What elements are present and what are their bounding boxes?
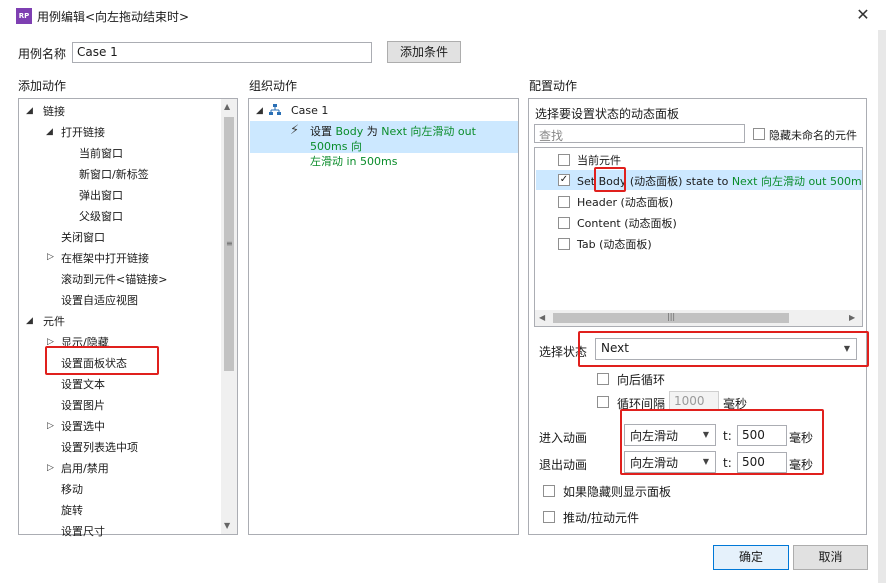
case-icon (269, 104, 281, 116)
push-pull-checkbox[interactable] (543, 511, 555, 523)
add-action-header: 添加动作 (18, 79, 67, 93)
highlight-box (45, 346, 159, 375)
tree-item-current-window[interactable]: 当前窗口 (79, 145, 123, 161)
push-pull-label: 推动/拉动元件 (563, 511, 640, 525)
expand-down-icon[interactable]: ◢ (26, 316, 33, 326)
add-action-tree[interactable]: ▲ ≡ ▼ ◢ 链接 ◢ 打开链接 当前窗口 新窗口/新标签 弹出窗口 父级窗口… (18, 98, 238, 538)
tree-item-scroll-to[interactable]: 滚动到元件<锚链接> (61, 271, 167, 287)
window-title: 用例编辑<向左拖动结束时> (37, 10, 190, 24)
background-window-edge (878, 30, 886, 583)
state-detail: Next 向左滑动 out 500ms 向左 (731, 175, 862, 188)
panel-item-content[interactable]: Content (动态面板) (577, 215, 677, 231)
panel-checkbox[interactable] (558, 154, 570, 166)
case-name-label: 用例名称 (18, 47, 67, 61)
expand-right-icon[interactable]: ▷ (47, 421, 54, 431)
tree-item-widget[interactable]: 元件 (43, 313, 65, 329)
show-if-hidden-label: 如果隐藏则显示面板 (563, 485, 672, 499)
action-item[interactable]: ⚡ 设置 Body 为 Next 向左滑动 out 500ms 向 左滑动 in… (250, 121, 518, 168)
tree-item-close-window[interactable]: 关闭窗口 (61, 229, 105, 245)
search-input[interactable]: 查找 (534, 124, 745, 143)
interval-checkbox[interactable] (597, 396, 609, 408)
action-body: Body (335, 125, 364, 138)
tree-item-enable-disable[interactable]: 启用/禁用 (61, 460, 109, 476)
expand-right-icon[interactable]: ▷ (47, 252, 54, 262)
expand-down-icon[interactable]: ◢ (26, 106, 33, 116)
action-detail-2: 左滑动 in 500ms (310, 155, 398, 168)
expand-down-icon[interactable]: ◢ (256, 106, 263, 116)
panel-item-body[interactable]: ✓ Set Body (动态面板) state to Next 向左滑动 out… (536, 170, 862, 190)
action-prefix: 设置 (310, 125, 332, 138)
action-mid: 为 (366, 125, 378, 138)
horizontal-scrollbar[interactable]: ◀ ||| ▶ (535, 310, 862, 326)
loop-label: 向后循环 (617, 373, 666, 387)
axure-app-icon: RP (16, 8, 32, 24)
panel-list[interactable]: 当前元件 ✓ Set Body (动态面板) state to Next 向左滑… (534, 147, 863, 327)
organize-action-panel[interactable]: ◢ Case 1 ⚡ 设置 Body 为 Next 向左滑动 out 500ms… (248, 98, 519, 535)
show-if-hidden-checkbox[interactable] (543, 485, 555, 497)
panel-checkbox[interactable] (558, 238, 570, 250)
expand-right-icon[interactable]: ▷ (47, 463, 54, 473)
hide-unnamed-checkbox[interactable] (753, 128, 765, 140)
case-name-input[interactable]: Case 1 (72, 42, 372, 63)
hide-unnamed-label: 隐藏未命名的元件 (769, 129, 857, 142)
cancel-button[interactable]: 取消 (793, 545, 868, 570)
panel-item-current[interactable]: 当前元件 (577, 152, 621, 168)
scroll-grip-icon: ||| (667, 312, 676, 321)
tree-item-open-link[interactable]: 打开链接 (61, 124, 105, 140)
panel-checkbox[interactable] (558, 196, 570, 208)
close-icon[interactable]: ✕ (852, 4, 874, 26)
tree-item-set-image[interactable]: 设置图片 (61, 397, 105, 413)
enter-animation-label: 进入动画 (539, 431, 588, 445)
loop-checkbox[interactable] (597, 373, 609, 385)
tree-item-set-list-selected[interactable]: 设置列表选中项 (61, 439, 138, 455)
expand-down-icon[interactable]: ◢ (46, 127, 53, 137)
state-text: (动态面板) state to (626, 175, 732, 188)
tree-item-adaptive-view[interactable]: 设置自适应视图 (61, 292, 138, 308)
scroll-down-icon[interactable]: ▼ (224, 521, 230, 530)
panel-item-tab[interactable]: Tab (动态面板) (577, 236, 652, 252)
lightning-icon: ⚡ (290, 123, 300, 138)
tree-item-set-size[interactable]: 设置尺寸 (61, 523, 105, 539)
tree-item-popup[interactable]: 弹出窗口 (79, 187, 123, 203)
tree-item-link[interactable]: 链接 (43, 103, 65, 119)
select-panel-label: 选择要设置状态的动态面板 (535, 107, 680, 121)
add-condition-button[interactable]: 添加条件 (387, 41, 461, 63)
organize-action-header: 组织动作 (249, 79, 298, 93)
ok-button[interactable]: 确定 (713, 545, 789, 570)
highlight-box (620, 409, 824, 475)
configure-action-header: 配置动作 (529, 79, 578, 93)
tree-item-move[interactable]: 移动 (61, 481, 83, 497)
tree-item-open-in-frame[interactable]: 在框架中打开链接 (61, 250, 149, 266)
tree-item-rotate[interactable]: 旋转 (61, 502, 83, 518)
tree-item-set-text[interactable]: 设置文本 (61, 376, 105, 392)
tree-item-parent-window[interactable]: 父级窗口 (79, 208, 123, 224)
scroll-up-icon[interactable]: ▲ (224, 102, 230, 111)
highlight-box (594, 167, 626, 192)
scroll-right-icon[interactable]: ▶ (849, 313, 855, 322)
panel-checkbox[interactable] (558, 217, 570, 229)
tree-item-new-window[interactable]: 新窗口/新标签 (79, 166, 149, 182)
scroll-grip-icon: ≡ (226, 239, 233, 248)
checked-checkbox[interactable]: ✓ (558, 174, 570, 186)
case-item[interactable]: Case 1 (291, 104, 328, 117)
highlight-box (578, 331, 869, 367)
interval-input[interactable]: 1000 (669, 391, 719, 411)
tree-scrollbar[interactable]: ▲ ≡ ▼ (221, 99, 237, 534)
panel-item-header[interactable]: Header (动态面板) (577, 194, 673, 210)
tree-item-set-selected[interactable]: 设置选中 (61, 418, 105, 434)
exit-animation-label: 退出动画 (539, 458, 588, 472)
action-text: 设置 Body 为 Next 向左滑动 out 500ms 向 左滑动 in 5… (310, 124, 515, 169)
scroll-left-icon[interactable]: ◀ (539, 313, 545, 322)
